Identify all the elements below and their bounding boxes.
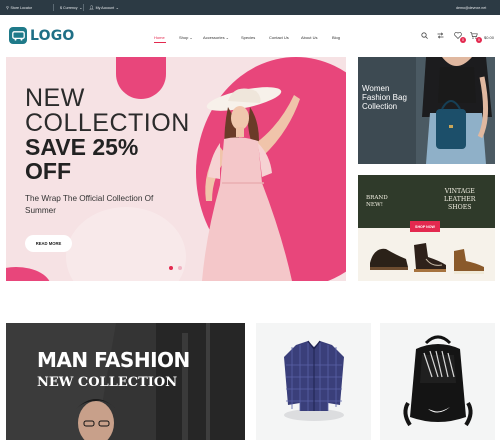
my-account-dropdown[interactable]: 👤︎ My Account ⌄ — [89, 0, 119, 15]
hero-decor-circle — [116, 57, 166, 99]
wishlist-count-badge: 0 — [460, 37, 466, 43]
nav-species-label: Species — [241, 35, 256, 40]
slider-dots — [169, 266, 182, 270]
my-account-label: My Account — [95, 5, 115, 10]
nav-about-us-label: About Us — [301, 35, 318, 40]
slider-dot-active[interactable] — [169, 266, 173, 270]
chevron-down-icon: ⌄ — [225, 35, 229, 40]
cart-count-badge: 0 — [476, 37, 482, 43]
email-label: demo@devnxe.net — [456, 5, 487, 10]
hero-decor-blob — [6, 267, 51, 281]
logo-text: LOGO — [30, 27, 75, 44]
topbar-divider — [83, 4, 84, 11]
banner-shoes-title-line3: SHOES — [448, 204, 472, 211]
hero-model-image — [202, 87, 300, 281]
currency-label: $ Currency — [60, 5, 78, 10]
banner-man-subtitle: NEW COLLECTION — [37, 375, 178, 390]
nav-contact-us[interactable]: Contact Us — [269, 35, 289, 40]
slider-dot[interactable] — [178, 266, 182, 270]
chevron-down-icon: ⌄ — [189, 35, 193, 40]
nav-blog[interactable]: Blog — [332, 35, 340, 40]
product-shirt-image — [284, 340, 344, 421]
banner-shoes-brand-line2: NEW! — [366, 202, 383, 208]
nav-contact-us-label: Contact Us — [269, 35, 289, 40]
logo[interactable]: LOGO — [9, 27, 75, 44]
read-more-button[interactable]: READ MORE — [25, 235, 72, 252]
nav-home[interactable]: Home — [154, 35, 165, 40]
hero-slider[interactable]: NEW COLLECTION SAVE 25% OFF The Wrap The… — [6, 57, 346, 281]
chevron-down-icon: ⌄ — [79, 5, 83, 10]
hero-heading-line4: OFF — [25, 158, 71, 184]
banner-bag-line3: Collection — [362, 102, 398, 111]
store-locator-label: Store Locator — [10, 5, 33, 10]
nav-accessories-label: Accessories — [203, 35, 225, 40]
banner-shoes-brand-line1: BRAND — [366, 195, 388, 201]
email-link[interactable]: demo@devnxe.net — [456, 0, 486, 15]
location-pin-icon: ⚲ — [6, 5, 9, 10]
product-card-shirt[interactable] — [256, 323, 371, 440]
nav-species[interactable]: Species — [241, 35, 255, 40]
banner-shoes-title-line1: VINTAGE — [444, 188, 475, 195]
user-icon: 👤︎ — [89, 5, 95, 10]
cart-total: $0.00 — [484, 35, 495, 40]
store-locator-link[interactable]: ⚲ Store Locator — [6, 0, 32, 15]
banner-shoes-title-line2: LEATHER — [444, 196, 476, 203]
hero-subtitle: The Wrap The Official Collection Of Summ… — [25, 194, 154, 215]
nav-shop[interactable]: Shop ⌄ — [179, 35, 193, 40]
banner-women-bag[interactable]: Women Fashion Bag Collection — [358, 57, 495, 164]
logo-icon — [9, 27, 27, 44]
currency-dropdown[interactable]: $ Currency ⌄ — [60, 0, 82, 15]
nav-active-indicator — [154, 41, 166, 43]
shop-now-button[interactable]: SHOP NOW — [410, 221, 440, 232]
banner-bag-line2: Fashion Bag — [362, 93, 407, 102]
banner-shoes-brand: BRAND NEW! — [366, 195, 388, 209]
banner-shoes-title: VINTAGE LEATHER SHOES — [444, 188, 475, 212]
product-backpack-image — [403, 335, 473, 427]
nav-blog-label: Blog — [332, 35, 341, 40]
nav-accessories[interactable]: Accessories ⌄ — [203, 35, 229, 40]
nav-about-us[interactable]: About Us — [301, 35, 317, 40]
hero-heading-line3: SAVE 25% — [25, 134, 139, 160]
site-header: LOGO Home Shop ⌄ Accessories ⌄ Species C… — [0, 15, 500, 57]
banner-man-title: MAN FASHION — [37, 348, 190, 372]
compare-icon[interactable] — [437, 32, 444, 41]
banner-shoes-image — [370, 243, 484, 274]
nav-shop-label: Shop — [179, 35, 189, 40]
hero-bg-glow — [66, 207, 186, 281]
search-icon[interactable] — [421, 32, 428, 41]
topbar-divider — [53, 4, 54, 11]
banner-bag-title: Women Fashion Bag Collection — [362, 84, 407, 111]
banner-bag-image — [416, 57, 495, 164]
product-card-backpack[interactable] — [380, 323, 495, 440]
banner-man-fashion[interactable]: MAN FASHION NEW COLLECTION — [6, 323, 245, 440]
chevron-down-icon: ⌄ — [115, 5, 120, 10]
top-bar: ⚲ Store Locator $ Currency ⌄ 👤︎ My Accou… — [0, 0, 500, 15]
banner-vintage-shoes[interactable]: BRAND NEW! VINTAGE LEATHER SHOES SHOP NO… — [358, 175, 495, 281]
banner-bag-line1: Women — [362, 84, 390, 93]
nav-home-label: Home — [154, 35, 165, 40]
